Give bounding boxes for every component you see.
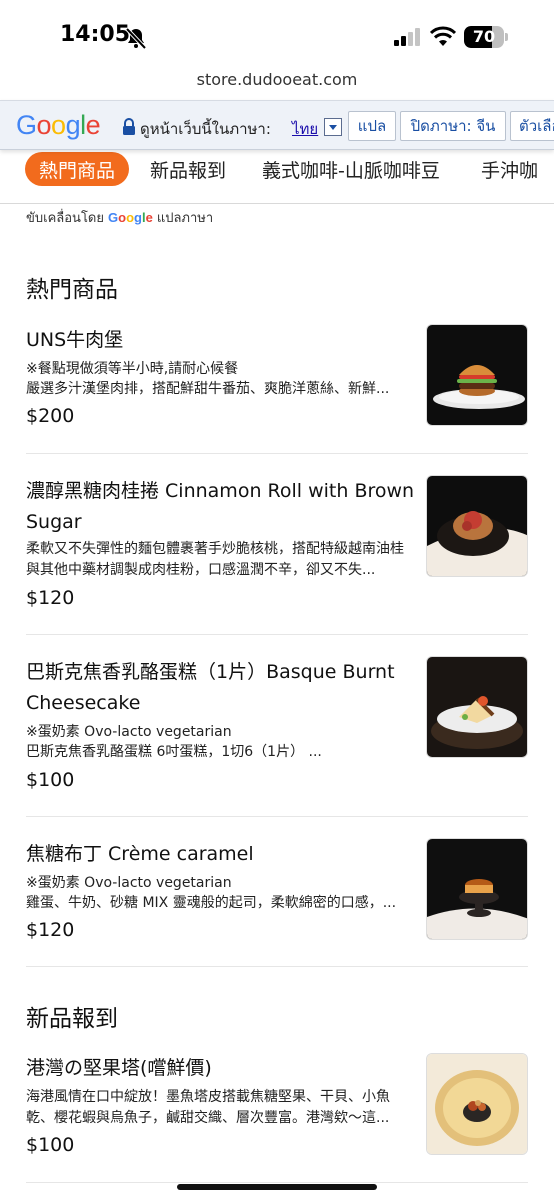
tab-espresso-coffee[interactable]: 義式咖啡-山脈咖啡豆 [262,152,440,186]
product-price: $200 [26,405,75,427]
tab-popular[interactable]: 熱門商品 [25,152,130,186]
product-description: 海港風情在口中綻放！墨魚塔皮搭載焦糖堅果、干貝、小魚乾、櫻花蝦與烏魚子，鹹甜交織… [26,1089,390,1126]
product-price: $100 [26,1134,75,1156]
product-name[interactable]: 巴斯克焦香乳酪蛋糕（1片）Basque Burnt Cheesecake [26,657,418,719]
battery-indicator: 70 [464,26,508,48]
disable-translate-button[interactable]: ปิดภาษา: จีน [400,111,506,141]
lock-icon [123,118,135,135]
section-title: 熱門商品 [26,277,118,303]
cellular-signal-icon [394,28,420,46]
battery-percent: 70 [472,27,496,46]
google-mini-logo: Google [107,210,153,225]
product-description: 巴斯克焦香乳酪蛋糕 6吋蛋糕，1切6（1片） ... [26,744,322,760]
google-logo: Google [16,110,101,140]
google-translate-bar: Google ดูหน้าเว็บนี้ในภาษา: ไทย แปล ปิดภ… [0,100,554,150]
item-divider [26,966,528,967]
tab-new-arrivals[interactable]: 新品報到 [150,152,226,186]
powered-by-suffix: แปลภาษา [156,211,214,226]
product-note: ※蛋奶素 Ovo-lacto vegetarian [26,724,232,740]
product-price: $120 [26,587,75,609]
item-divider [26,634,528,635]
status-bar: 14:05 70 [0,0,554,70]
product-price: $120 [26,919,75,941]
tab-pour-over[interactable]: 手沖咖 [481,152,538,186]
product-description: 嚴選多汁漢堡肉排，搭配鮮甜牛番茄、爽脆洋蔥絲、新鮮... [26,381,390,397]
item-divider [26,1182,528,1183]
product-image-nut-tart[interactable] [426,1053,528,1155]
powered-by-google-translate[interactable]: ขับเคลื่อนโดย Google แปลภาษา [26,207,213,228]
product-note: ※餐點現做須等半小時,請耐心候餐 [26,361,239,377]
translate-prompt: ดูหน้าเว็บนี้ในภาษา: [140,120,271,138]
item-divider [26,453,528,454]
product-note: ※蛋奶素 Ovo-lacto vegetarian [26,875,232,891]
product-price: $100 [26,769,75,791]
product-description: 雞蛋、牛奶、砂糖 MIX 靈魂般的起司，柔軟綿密的口感，... [26,895,397,911]
product-name[interactable]: 濃醇黑糖肉桂捲 Cinnamon Roll with Brown Sugar [26,476,418,538]
product-image-pudding[interactable] [426,838,528,940]
item-divider [26,816,528,817]
chevron-down-icon [329,125,337,130]
language-dropdown-button[interactable] [324,118,342,136]
product-image-cheesecake[interactable] [426,656,528,758]
product-image-burger[interactable] [426,324,528,426]
product-description: 柔軟又不失彈性的麵包體裹著手炒脆核桃，搭配特級越南油桂與其他中藥材調製成肉桂粉，… [26,541,404,578]
powered-by-prefix: ขับเคลื่อนโดย [26,211,104,226]
section-title: 新品報到 [26,1006,118,1032]
url-bar[interactable]: store.dudooeat.com [0,70,554,94]
product-image-cinnamon-roll[interactable] [426,475,528,577]
product-name[interactable]: 焦糖布丁 Crème caramel [26,839,418,870]
home-indicator[interactable] [177,1184,377,1190]
bell-muted-icon [125,27,147,49]
category-tabs: 熱門商品 新品報到 義式咖啡-山脈咖啡豆 手沖咖 [0,148,554,204]
language-select[interactable]: ไทย [292,117,318,141]
wifi-icon [430,26,456,46]
translate-options-button[interactable]: ตัวเลือ [510,111,554,141]
product-name[interactable]: UNS牛肉堡 [26,325,418,356]
translate-button[interactable]: แปล [348,111,396,141]
status-time: 14:05 [60,22,131,47]
product-name[interactable]: 港灣の堅果塔(嚐鮮價) [26,1053,418,1084]
